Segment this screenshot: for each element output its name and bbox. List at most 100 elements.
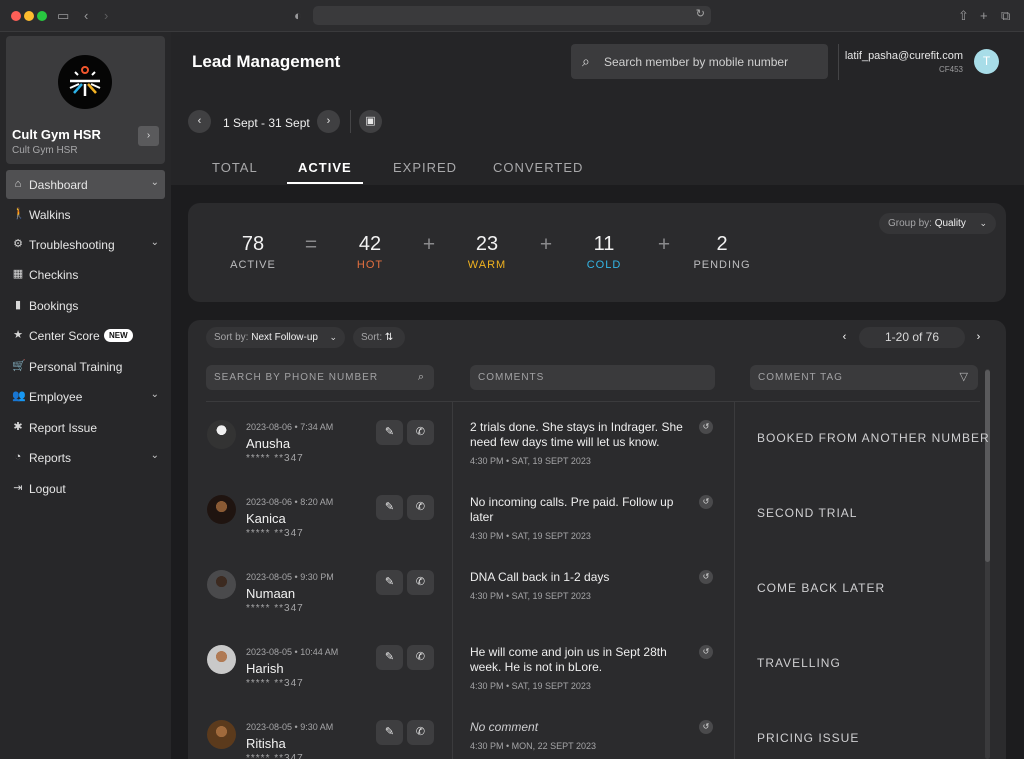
avatar <box>207 420 236 449</box>
forward-arrow-icon[interactable]: › <box>104 7 108 25</box>
chevron-down-icon[interactable]: ⌄ <box>151 389 159 400</box>
sort-direction-label: Sort: <box>361 332 383 343</box>
minimize-window-button[interactable] <box>24 11 34 21</box>
comment-tag-filter[interactable]: COMMENT TAG ▽ <box>750 365 978 390</box>
tab-expired[interactable]: EXPIRED <box>393 160 457 175</box>
reload-icon[interactable]: ↻ <box>696 7 705 20</box>
close-window-button[interactable] <box>11 11 21 21</box>
history-icon[interactable]: ↺ <box>699 495 713 509</box>
shield-icon[interactable]: ◐ <box>294 7 302 25</box>
sidebar-item-dashboard[interactable]: ⌂ Dashboard ⌄ <box>6 170 165 199</box>
sidebar-item-center-score[interactable]: ★ Center Score NEW <box>6 321 165 350</box>
history-icon[interactable]: ↺ <box>699 420 713 434</box>
lead-name: Kanica <box>246 511 286 526</box>
walking-icon: 🚶 <box>12 208 26 220</box>
sidebar-item-label: Center Score <box>29 329 100 343</box>
sidebar-item-label: Troubleshooting <box>29 238 115 252</box>
user-email: latif_pasha@curefit.com <box>844 50 963 62</box>
table-row: 2023-08-05 • 10:44 AM Harish ***** **347 ✎ ✆… <box>188 627 1006 702</box>
sidebar-item-bookings[interactable]: ▮ Bookings <box>6 291 165 320</box>
next-page-button[interactable]: › <box>968 327 989 348</box>
lead-phone: ***** **347 <box>246 453 304 464</box>
cold-stat: 11 COLD <box>564 233 644 271</box>
history-icon[interactable]: ↺ <box>699 645 713 659</box>
chevron-down-icon[interactable]: ⌄ <box>151 237 159 248</box>
prev-page-button[interactable]: ‹ <box>834 327 855 348</box>
call-button[interactable]: ✆ <box>407 645 434 670</box>
sort-ascending-icon: ⇅ <box>384 332 394 343</box>
pencil-icon: ✎ <box>384 726 395 738</box>
logout-icon: ⇥ <box>13 482 23 494</box>
sidebar-toggle-icon[interactable]: ▭ <box>57 7 69 25</box>
sort-direction-toggle[interactable]: Sort: ⇅ <box>353 327 405 348</box>
tab-active[interactable]: ACTIVE <box>298 160 352 175</box>
call-button[interactable]: ✆ <box>407 420 434 445</box>
maximize-window-button[interactable] <box>37 11 47 21</box>
sort-by-dropdown[interactable]: Sort by: Next Follow-up ⌄ <box>206 327 345 348</box>
comment-tag: SECOND TRIAL <box>757 506 858 520</box>
active-count: 78 <box>241 233 265 255</box>
edit-button[interactable]: ✎ <box>376 420 403 445</box>
address-bar[interactable]: ↻ <box>313 6 711 25</box>
history-icon[interactable]: ↺ <box>699 570 713 584</box>
user-avatar[interactable]: T <box>974 49 999 74</box>
sidebar-item-troubleshooting[interactable]: ⚙ Troubleshooting ⌄ <box>6 230 165 259</box>
call-button[interactable]: ✆ <box>407 720 434 745</box>
call-button[interactable]: ✆ <box>407 495 434 520</box>
phone-icon: ✆ <box>415 426 426 438</box>
comment-timestamp: 4:30 PM • SAT, 19 SEPT 2023 <box>470 591 591 601</box>
hot-label: HOT <box>356 259 384 271</box>
sidebar-item-label: Employee <box>29 390 83 404</box>
sidebar-item-employee[interactable]: 👥 Employee ⌄ <box>6 382 165 411</box>
edit-button[interactable]: ✎ <box>376 570 403 595</box>
lead-comment: No comment <box>470 720 539 734</box>
edit-button[interactable]: ✎ <box>376 495 403 520</box>
warm-label: WARM <box>467 259 507 271</box>
chevron-down-icon[interactable]: ⌄ <box>151 177 159 188</box>
sidebar-item-walkins[interactable]: 🚶 Walkins <box>6 200 165 229</box>
table-row: 2023-08-06 • 7:34 AM Anusha ***** **347 ✎ ✆ 2… <box>188 402 1006 477</box>
new-tab-icon[interactable]: + <box>980 7 988 25</box>
chevron-down-icon[interactable]: ⌄ <box>151 450 159 461</box>
star-icon: ★ <box>13 329 23 341</box>
member-search-input[interactable]: ⌕ Search member by mobile number <box>571 44 828 79</box>
table-row: 2023-08-05 • 9:30 AM Ritisha ***** **347 ✎ ✆… <box>188 702 1006 759</box>
cold-count: 11 <box>593 233 615 255</box>
browser-toolbar: ▭ ‹ › ◐ ↻ ⇧ + ⧉ <box>0 0 1024 32</box>
back-arrow-icon[interactable]: ‹ <box>84 7 88 25</box>
edit-button[interactable]: ✎ <box>376 720 403 745</box>
cult-logo-icon <box>58 55 112 109</box>
sidebar-item-logout[interactable]: ⇥ Logout <box>6 474 165 503</box>
history-icon[interactable]: ↺ <box>699 720 713 734</box>
new-badge: NEW <box>104 329 133 342</box>
comment-timestamp: 4:30 PM • SAT, 19 SEPT 2023 <box>470 456 591 466</box>
tab-total[interactable]: TOTAL <box>212 160 258 175</box>
sidebar: Cult Gym HSR Cult Gym HSR › ⌂ Dashboard ⌄ 🚶… <box>0 32 171 759</box>
edit-button[interactable]: ✎ <box>376 645 403 670</box>
sidebar-item-label: Personal Training <box>29 360 123 374</box>
brand-expand-button[interactable]: › <box>138 126 159 146</box>
tab-converted[interactable]: CONVERTED <box>493 160 583 175</box>
comment-timestamp: 4:30 PM • MON, 22 SEPT 2023 <box>470 741 597 751</box>
warm-count: 23 <box>475 233 499 255</box>
lead-phone: ***** **347 <box>246 678 304 689</box>
tab-overview-icon[interactable]: ⧉ <box>1001 7 1010 25</box>
calendar-icon[interactable]: ▣ <box>359 110 382 133</box>
sidebar-item-reports[interactable]: ◔ Reports ⌄ <box>6 443 165 472</box>
sort-by-label: Sort by: <box>214 332 249 343</box>
pending-stat: 2 PENDING <box>682 233 762 271</box>
search-icon: ⌕ <box>417 371 425 383</box>
sidebar-item-checkins[interactable]: ▦ Checkins <box>6 260 165 289</box>
sidebar-item-report-issue[interactable]: ✱ Report Issue <box>6 413 165 442</box>
lead-date: 2023-08-06 • 7:34 AM <box>246 422 334 432</box>
filter-icon[interactable]: ▽ <box>960 365 969 390</box>
phone-search-input[interactable]: SEARCH BY PHONE NUMBER ⌕ <box>206 365 434 390</box>
next-date-button[interactable]: › <box>317 110 340 133</box>
group-by-dropdown[interactable]: Group by: Quality ⌄ <box>879 213 996 234</box>
comment-timestamp: 4:30 PM • SAT, 19 SEPT 2023 <box>470 681 591 691</box>
share-icon[interactable]: ⇧ <box>958 7 969 25</box>
sidebar-item-personal-training[interactable]: 🛒 Personal Training <box>6 352 165 381</box>
call-button[interactable]: ✆ <box>407 570 434 595</box>
date-divider <box>350 110 351 133</box>
prev-date-button[interactable]: ‹ <box>188 110 211 133</box>
